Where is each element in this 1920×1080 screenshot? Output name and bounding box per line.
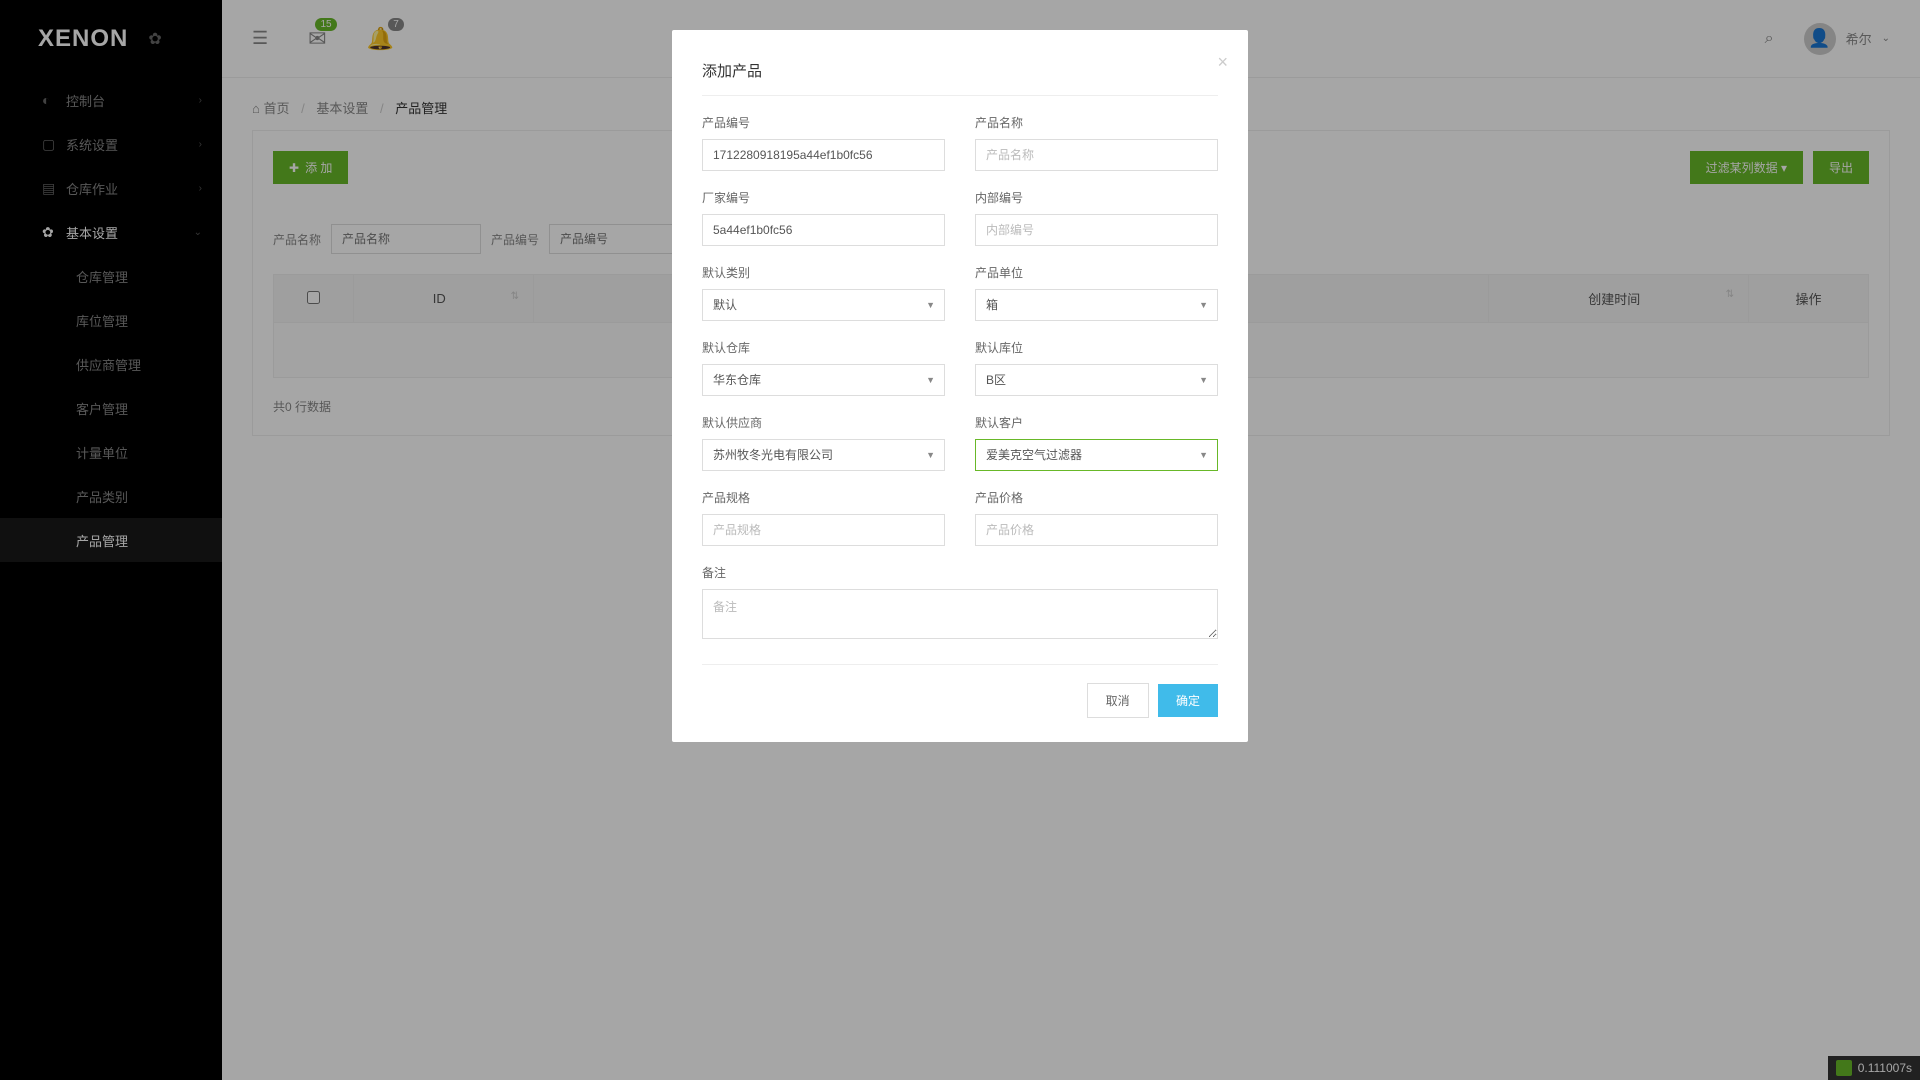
remark-textarea[interactable] [702, 589, 1218, 639]
add-product-modal: 添加产品 × 产品编号 产品名称 厂家编号 内部编号 默认类别 默认 产品单位 … [672, 30, 1248, 742]
product-name-label: 产品名称 [975, 114, 1218, 131]
default-category-select[interactable]: 默认 [702, 289, 945, 321]
product-price-label: 产品价格 [975, 489, 1218, 506]
product-code-label: 产品编号 [702, 114, 945, 131]
default-customer-select[interactable]: 爱美克空气过滤器 [975, 439, 1218, 471]
default-location-label: 默认库位 [975, 339, 1218, 356]
manufacturer-code-input[interactable] [702, 214, 945, 246]
default-category-label: 默认类别 [702, 264, 945, 281]
default-customer-label: 默认客户 [975, 414, 1218, 431]
default-supplier-label: 默认供应商 [702, 414, 945, 431]
default-warehouse-label: 默认仓库 [702, 339, 945, 356]
confirm-button[interactable]: 确定 [1158, 684, 1218, 717]
close-icon[interactable]: × [1217, 52, 1228, 73]
cancel-button[interactable]: 取消 [1087, 683, 1149, 718]
internal-code-input[interactable] [975, 214, 1218, 246]
product-spec-input[interactable] [702, 514, 945, 546]
product-price-input[interactable] [975, 514, 1218, 546]
modal-title: 添加产品 [702, 60, 1218, 81]
manufacturer-code-label: 厂家编号 [702, 189, 945, 206]
product-code-input[interactable] [702, 139, 945, 171]
product-spec-label: 产品规格 [702, 489, 945, 506]
internal-code-label: 内部编号 [975, 189, 1218, 206]
default-location-select[interactable]: B区 [975, 364, 1218, 396]
default-warehouse-select[interactable]: 华东仓库 [702, 364, 945, 396]
remark-label: 备注 [702, 564, 1218, 581]
product-unit-label: 产品单位 [975, 264, 1218, 281]
product-unit-select[interactable]: 箱 [975, 289, 1218, 321]
product-name-input[interactable] [975, 139, 1218, 171]
default-supplier-select[interactable]: 苏州牧冬光电有限公司 [702, 439, 945, 471]
